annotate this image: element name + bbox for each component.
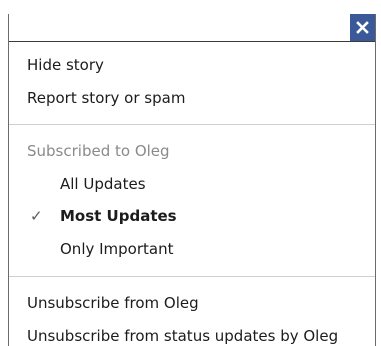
only-important-option[interactable]: Only Important — [60, 239, 174, 259]
checkmark-icon: ✓ — [30, 207, 43, 225]
menu-divider — [9, 124, 375, 125]
close-icon — [356, 21, 369, 34]
close-button[interactable] — [350, 14, 375, 41]
menu-divider — [9, 276, 375, 277]
unsubscribe-status-item[interactable]: Unsubscribe from status updates by Oleg — [27, 326, 338, 346]
story-options-menu: Hide story Report story or spam Subscrib… — [8, 14, 376, 346]
all-updates-option[interactable]: All Updates — [60, 174, 146, 194]
hide-story-item[interactable]: Hide story — [27, 55, 104, 75]
report-story-item[interactable]: Report story or spam — [27, 88, 185, 108]
most-updates-option[interactable]: ✓ Most Updates — [30, 206, 177, 226]
subscription-header: Subscribed to Oleg — [27, 142, 170, 160]
unsubscribe-user-item[interactable]: Unsubscribe from Oleg — [27, 293, 199, 313]
most-updates-label: Most Updates — [60, 207, 177, 225]
menu-top-border — [9, 41, 375, 42]
